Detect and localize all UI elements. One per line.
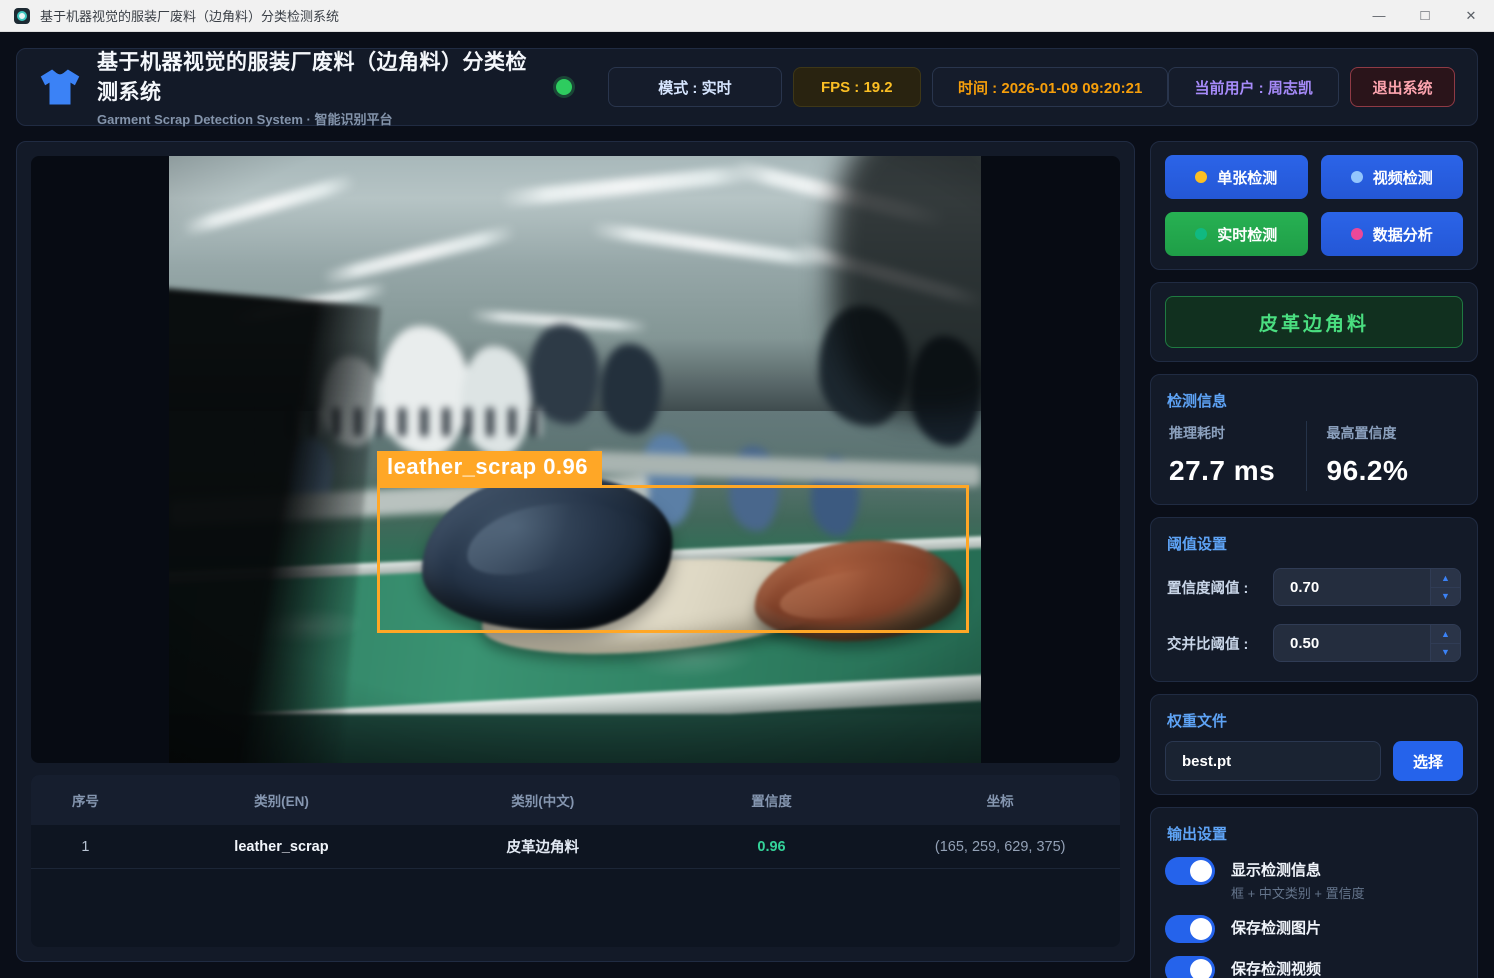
panel-title: 检测信息 — [1167, 393, 1228, 410]
mode-button-label: 数据分析 — [1372, 226, 1433, 244]
mode-button-label: 单张检测 — [1217, 169, 1278, 187]
table-header-row: 序号 类别(EN) 类别(中文) 置信度 坐标 — [31, 775, 1120, 825]
max-confidence-value: 96.2% — [1326, 455, 1409, 486]
save-video-toggle[interactable] — [1165, 956, 1215, 978]
data-analysis-button[interactable]: 数据分析 — [1320, 212, 1463, 256]
col-header-confidence: 置信度 — [751, 794, 792, 809]
panel-title: 输出设置 — [1167, 826, 1228, 843]
lightblue-dot-icon — [1350, 171, 1363, 183]
spin-up-icon[interactable]: ▲ — [1431, 569, 1460, 587]
col-header-index: 序号 — [71, 794, 99, 809]
inference-time-label: 推理耗时 — [1169, 425, 1225, 441]
cell-class-en: leather_scrap — [234, 838, 329, 855]
exit-system-button[interactable]: 退出系统 — [1350, 67, 1456, 107]
confidence-threshold-value[interactable]: 0.70 — [1274, 569, 1430, 605]
choose-weights-button[interactable]: 选择 — [1393, 741, 1463, 781]
toggle-sublabel: 框 + 中文类别 + 置信度 — [1231, 886, 1365, 901]
detection-label: leather_scrap 0.96 — [377, 451, 603, 485]
weights-panel: 权重文件 best.pt 选择 — [1150, 694, 1478, 795]
cell-bbox: (165, 259, 629, 375) — [934, 838, 1066, 855]
confidence-threshold-label: 置信度阈值 : — [1167, 580, 1249, 597]
window-title: 基于机器视觉的服装厂废料（边角料）分类检测系统 — [40, 9, 340, 24]
pink-dot-icon — [1350, 228, 1363, 240]
inference-time-value: 27.7 ms — [1169, 455, 1276, 486]
os-titlebar: 基于机器视觉的服装厂废料（边角料）分类检测系统 — □ ✕ — [0, 0, 1494, 32]
toggle-label: 显示检测信息 — [1231, 862, 1322, 879]
col-header-class-en: 类别(EN) — [254, 794, 309, 809]
current-user-badge: 当前用户 : 周志凯 — [1168, 67, 1340, 107]
output-settings-panel: 输出设置 显示检测信息 框 + 中文类别 + 置信度 保存检测图片 保存检测视频 — [1150, 807, 1478, 978]
minimize-button[interactable]: — — [1356, 0, 1402, 31]
weights-file-field[interactable]: best.pt — [1165, 741, 1381, 781]
app-root: 基于机器视觉的服装厂废料（边角料）分类检测系统 Garment Scrap De… — [0, 32, 1494, 978]
detected-class-badge: 皮革边角料 — [1165, 296, 1463, 348]
mode-button-label: 实时检测 — [1217, 226, 1278, 244]
video-detect-button[interactable]: 视频检测 — [1320, 155, 1463, 199]
app-header: 基于机器视觉的服装厂废料（边角料）分类检测系统 Garment Scrap De… — [16, 48, 1478, 127]
mode-badge: 模式 : 实时 — [608, 67, 782, 107]
panel-title: 权重文件 — [1167, 713, 1228, 730]
spin-down-icon[interactable]: ▼ — [1431, 586, 1460, 605]
result-panel: 皮革边角料 — [1150, 282, 1478, 362]
col-header-class-cn: 类别(中文) — [511, 794, 575, 809]
results-table: 序号 类别(EN) 类别(中文) 置信度 坐标 1 leather_scrap … — [31, 775, 1120, 947]
tshirt-icon — [40, 69, 80, 105]
col-header-bbox: 坐标 — [986, 794, 1014, 809]
toggle-label: 保存检测图片 — [1231, 920, 1322, 937]
spin-down-icon[interactable]: ▼ — [1431, 642, 1460, 661]
max-confidence-label: 最高置信度 — [1326, 425, 1397, 441]
camera-view: leather_scrap 0.96 — [31, 156, 1120, 763]
yellow-dot-icon — [1195, 171, 1208, 183]
page-title: 基于机器视觉的服装厂废料（边角料）分类检测系统 — [97, 51, 527, 104]
fps-badge: FPS : 19.2 — [792, 67, 921, 107]
main-panel: leather_scrap 0.96 序号 类别(EN) 类别(中文) 置信度 … — [16, 141, 1135, 962]
toggle-label: 保存检测视频 — [1231, 961, 1322, 978]
sidebar: 单张检测 视频检测 实时检测 数据分析 皮革边角料 检测信息 推理耗时 27.7… — [1150, 141, 1478, 978]
detection-bounding-box — [377, 485, 969, 633]
confidence-threshold-spinner[interactable]: 0.70 ▲ ▼ — [1273, 568, 1461, 606]
table-row[interactable]: 1 leather_scrap 皮革边角料 0.96 (165, 259, 62… — [31, 825, 1120, 869]
page-subtitle: Garment Scrap Detection System · 智能识别平台 — [97, 112, 393, 127]
cell-class-cn: 皮革边角料 — [506, 840, 580, 856]
cell-index: 1 — [81, 838, 90, 855]
panel-title: 阈值设置 — [1167, 536, 1228, 553]
show-detection-info-toggle[interactable] — [1165, 857, 1215, 885]
detection-info-panel: 检测信息 推理耗时 27.7 ms 最高置信度 96.2% — [1150, 374, 1478, 505]
close-button[interactable]: ✕ — [1448, 0, 1494, 31]
iou-threshold-label: 交并比阈值 : — [1167, 636, 1249, 653]
spin-up-icon[interactable]: ▲ — [1431, 625, 1460, 643]
status-indicator — [556, 79, 573, 95]
single-image-detect-button[interactable]: 单张检测 — [1165, 155, 1308, 199]
green-dot-icon — [1195, 228, 1208, 240]
app-icon — [14, 7, 30, 24]
mode-buttons-panel: 单张检测 视频检测 实时检测 数据分析 — [1150, 141, 1478, 270]
maximize-button[interactable]: □ — [1402, 0, 1448, 31]
time-badge: 时间 : 2026-01-09 09:20:21 — [931, 67, 1169, 107]
threshold-panel: 阈值设置 置信度阈值 : 0.70 ▲ ▼ 交并比阈值 : 0.50 ▲ ▼ — [1150, 517, 1478, 682]
mode-button-label: 视频检测 — [1372, 169, 1433, 187]
iou-threshold-spinner[interactable]: 0.50 ▲ ▼ — [1273, 624, 1461, 662]
iou-threshold-value[interactable]: 0.50 — [1274, 625, 1430, 661]
realtime-detect-button[interactable]: 实时检测 — [1165, 212, 1308, 256]
camera-frame: leather_scrap 0.96 — [169, 156, 981, 763]
save-image-toggle[interactable] — [1165, 915, 1215, 943]
cell-confidence: 0.96 — [757, 838, 786, 855]
